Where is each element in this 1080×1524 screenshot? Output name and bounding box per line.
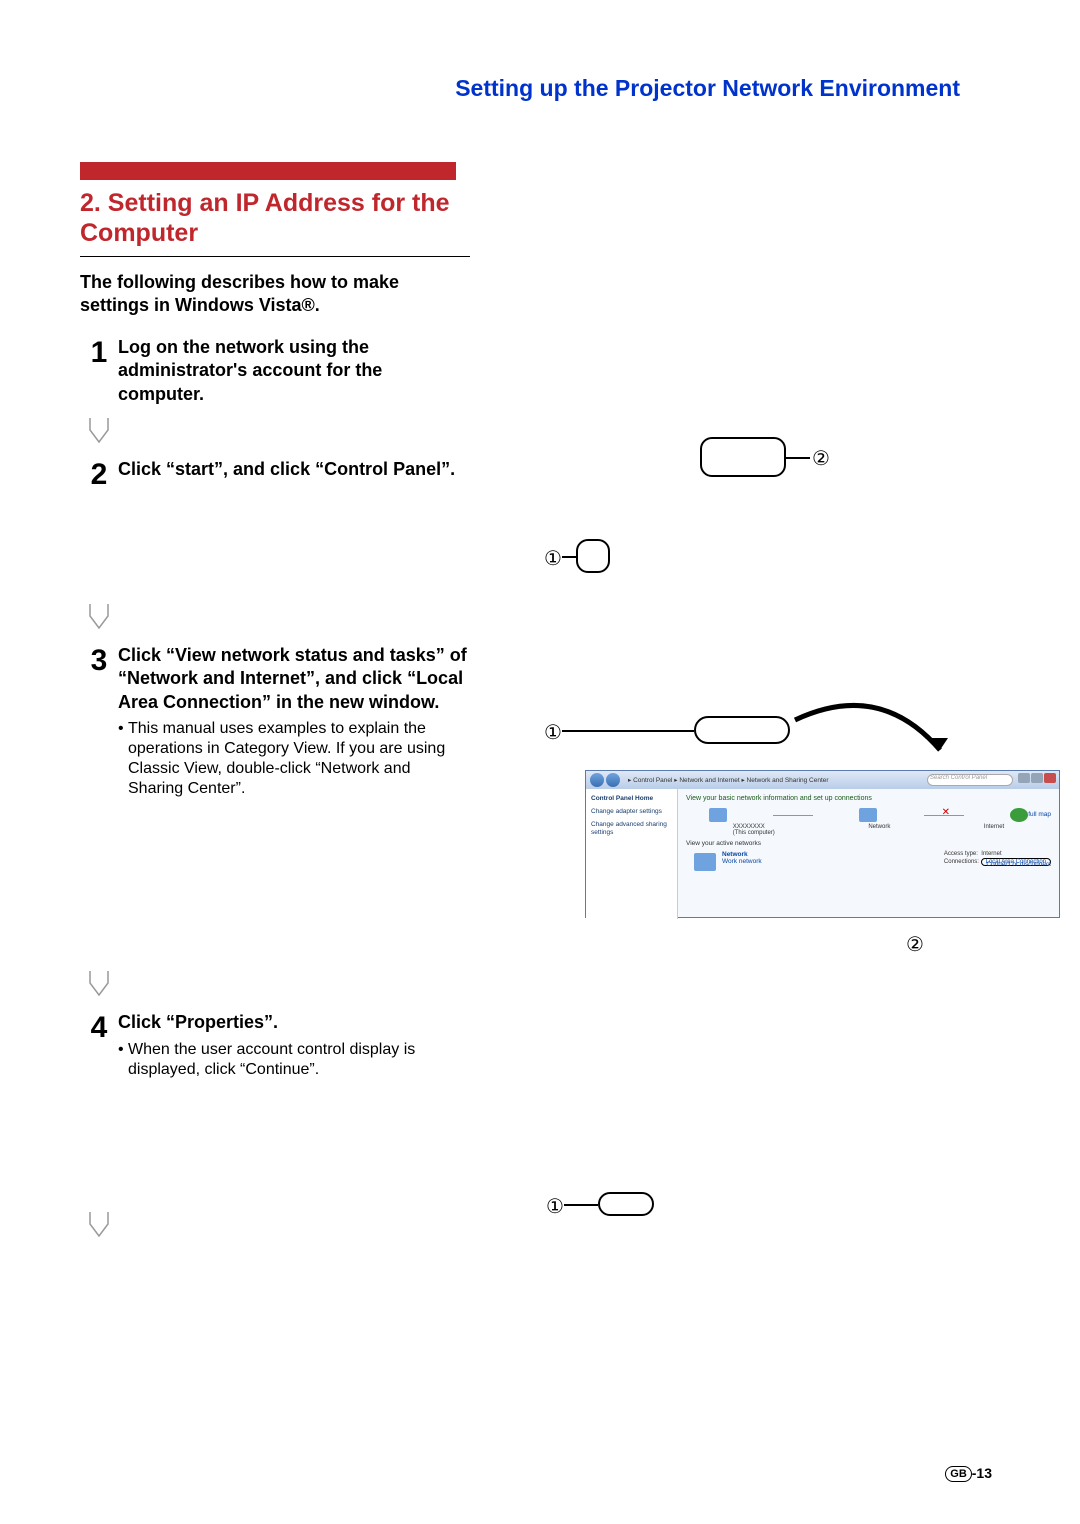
step-4: 4 Click “Properties”. • When the user ac…	[80, 1011, 470, 1079]
connection-line	[773, 815, 813, 816]
breadcrumb: ▸ Control Panel ▸ Network and Internet ▸…	[628, 776, 829, 784]
step-title: Log on the network using the administrat…	[118, 336, 470, 406]
callout-box	[576, 539, 610, 573]
forward-button-icon[interactable]	[606, 773, 620, 787]
window-titlebar: ▸ Control Panel ▸ Network and Internet ▸…	[586, 771, 1059, 789]
step-3: 3 Click “View network status and tasks” …	[80, 644, 470, 799]
step-1: 1 Log on the network using the administr…	[80, 336, 470, 406]
screenshot-network-sharing-center: ▸ Control Panel ▸ Network and Internet ▸…	[585, 770, 1060, 918]
view-active-label: View your active networks	[686, 840, 1051, 847]
right-column: ② ① ① ▸ Control Panel ▸ Network and Inte…	[490, 162, 955, 1252]
callout-number-1: ①	[544, 720, 562, 745]
region-badge: GB	[945, 1466, 972, 1482]
sidebar-link[interactable]: Change advanced sharing settings	[591, 821, 672, 837]
down-arrow-icon	[80, 969, 118, 997]
callout-box	[700, 437, 786, 477]
step-title: Click “Properties”.	[118, 1011, 470, 1034]
callout-line	[786, 457, 810, 459]
back-button-icon[interactable]	[590, 773, 604, 787]
callout-box	[694, 716, 790, 744]
access-type-label: Access type:	[944, 851, 978, 857]
connections-label: Connections:	[944, 859, 979, 865]
computer-icon	[709, 808, 727, 822]
network-icon	[859, 808, 877, 822]
internet-icon	[1010, 808, 1028, 822]
search-input[interactable]: Search Control Panel	[927, 774, 1013, 786]
step-number: 4	[91, 1011, 108, 1079]
window-controls[interactable]	[1018, 773, 1056, 783]
callout-line	[564, 1204, 598, 1206]
step-number: 2	[91, 458, 108, 490]
callout-number-2: ②	[906, 932, 924, 957]
step-number: 3	[91, 644, 108, 799]
sidebar: Control Panel Home Change adapter settin…	[586, 789, 678, 919]
callout-line	[562, 730, 694, 732]
sidebar-heading: Control Panel Home	[591, 795, 672, 802]
down-arrow-icon	[80, 602, 118, 630]
callout-number-1: ①	[544, 546, 562, 571]
access-type-value: Internet	[981, 851, 1001, 857]
section-title: Setting up the Projector Network Environ…	[80, 75, 960, 102]
heading: 2. Setting an IP Address for the Compute…	[80, 188, 470, 257]
step-title: Click “View network status and tasks” of…	[118, 644, 470, 714]
panel-headline: View your basic network information and …	[686, 795, 1051, 802]
node-label: Internet	[984, 824, 1004, 836]
intro-text: The following describes how to make sett…	[80, 271, 470, 318]
network-status-icon	[694, 853, 716, 871]
left-column: 2. Setting an IP Address for the Compute…	[80, 162, 470, 1252]
sidebar-link[interactable]: Change adapter settings	[591, 808, 672, 816]
callout-number-1: ①	[546, 1194, 564, 1219]
down-arrow-icon	[80, 416, 118, 444]
step-2: 2 Click “start”, and click “Control Pane…	[80, 458, 470, 490]
step-number: 1	[91, 336, 108, 406]
node-sublabel: (This computer)	[733, 830, 775, 836]
callout-line	[562, 556, 576, 558]
network-name: Network	[722, 851, 762, 858]
down-arrow-icon	[80, 1210, 118, 1238]
step-note: • When the user account control display …	[118, 1040, 470, 1080]
main-panel: View your basic network information and …	[678, 789, 1059, 919]
connection-line-broken	[924, 815, 964, 816]
heading-accent-bar	[80, 162, 456, 180]
step-title: Click “start”, and click “Control Panel”…	[118, 458, 470, 481]
page-number: GB-13	[945, 1465, 992, 1482]
network-type: Work network	[722, 858, 762, 865]
step-note: • This manual uses examples to explain t…	[118, 719, 470, 799]
callout-number-2: ②	[812, 446, 830, 471]
callout-box	[598, 1192, 654, 1216]
node-label: Network	[868, 824, 890, 836]
arrow-icon	[790, 690, 960, 780]
connect-disconnect-link[interactable]: Connect or disconnect	[986, 861, 1051, 868]
